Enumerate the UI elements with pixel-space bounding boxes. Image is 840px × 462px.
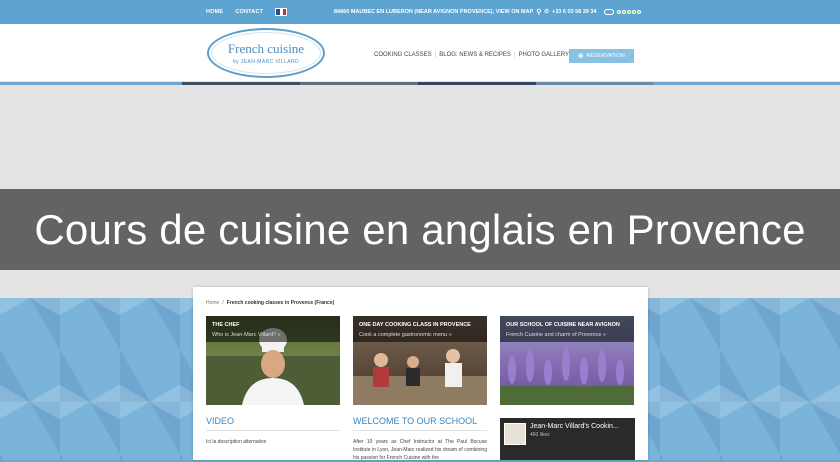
welcome-text: After 10 years as Chef Instructor at The… bbox=[353, 439, 487, 461]
tile-title: THE CHEF bbox=[212, 322, 240, 328]
map-pin-icon: ⚲ bbox=[536, 9, 542, 16]
avatar bbox=[504, 423, 526, 445]
logo-title: French cuisine bbox=[227, 41, 305, 56]
nav-cooking-classes[interactable]: COOKING CLASSES bbox=[374, 52, 432, 58]
breadcrumb: Home / French cooking classes in Provenc… bbox=[206, 300, 334, 306]
tile-link[interactable]: French Cuisine and charm of Provence » bbox=[506, 332, 628, 338]
reservation-label: RESERVATION bbox=[586, 53, 625, 59]
video-heading: VIDEO bbox=[206, 416, 340, 431]
breadcrumb-separator: / bbox=[222, 300, 224, 306]
main-nav: COOKING CLASSES | BLOG: NEWS & RECIPES |… bbox=[374, 52, 569, 58]
title-banner: Cours de cuisine en anglais en Provence bbox=[0, 189, 840, 270]
tile-link[interactable]: Cook a complete gastronomic menu » bbox=[359, 332, 481, 338]
reservation-button[interactable]: ▦ RESERVATION bbox=[569, 49, 634, 63]
nav-contact-link[interactable]: CONTACT bbox=[235, 9, 263, 15]
tile-the-chef[interactable]: THE CHEF Who is Jean-Marc Villard? » bbox=[206, 316, 340, 405]
breadcrumb-home[interactable]: Home bbox=[206, 300, 219, 306]
site-header: French cuisine by JEAN-MARC VILLARD COOK… bbox=[0, 24, 840, 82]
nav-separator: | bbox=[513, 52, 516, 58]
facebook-page-name[interactable]: Jean-Marc Villard's Cookin... bbox=[530, 423, 619, 430]
phone-number[interactable]: +33 6 03 58 39 34 bbox=[552, 9, 597, 15]
nav-blog[interactable]: BLOG: NEWS & RECIPES bbox=[439, 52, 511, 58]
tile-link[interactable]: Who is Jean-Marc Villard? » bbox=[212, 332, 334, 338]
welcome-heading: WELCOME TO OUR SCHOOL bbox=[353, 416, 487, 431]
address-bar: 84660 MAUBEC EN LUBERON (NEAR AVIGNON PR… bbox=[334, 0, 641, 24]
nav-separator: | bbox=[434, 52, 437, 58]
tile-school[interactable]: OUR SCHOOL OF CUISINE NEAR AVIGNON Frenc… bbox=[500, 316, 634, 405]
phone-icon: ✆ bbox=[544, 9, 549, 15]
tile-caption: OUR SCHOOL OF CUISINE NEAR AVIGNON Frenc… bbox=[500, 316, 634, 342]
breadcrumb-current: French cooking classes in Provence (Fran… bbox=[226, 300, 335, 306]
video-description: Ici la description alternative bbox=[206, 439, 267, 445]
logo-subtitle: by JEAN-MARC VILLARD bbox=[232, 59, 300, 65]
tile-caption: THE CHEF Who is Jean-Marc Villard? » bbox=[206, 316, 340, 342]
nav-home-link[interactable]: HOME bbox=[206, 9, 223, 15]
french-flag-icon[interactable] bbox=[275, 8, 288, 16]
tile-title: ONE DAY COOKING CLASS IN PROVENCE bbox=[359, 322, 471, 328]
tile-cooking-class[interactable]: ONE DAY COOKING CLASS IN PROVENCE Cook a… bbox=[353, 316, 487, 405]
nav-photo-gallery[interactable]: PHOTO GALLERY bbox=[519, 52, 569, 58]
facebook-widget[interactable]: Jean-Marc Villard's Cookin... 460 likes bbox=[500, 418, 635, 460]
calendar-icon: ▦ bbox=[578, 53, 584, 59]
site-logo[interactable]: French cuisine by JEAN-MARC VILLARD bbox=[207, 28, 325, 78]
address-text[interactable]: 84660 MAUBEC EN LUBERON (NEAR AVIGNON PR… bbox=[334, 9, 533, 15]
facebook-like-count: 460 likes bbox=[530, 432, 550, 438]
top-nav: HOME CONTACT bbox=[206, 0, 288, 24]
tripadvisor-rating-icon[interactable] bbox=[603, 9, 641, 15]
tile-title: OUR SCHOOL OF CUISINE NEAR AVIGNON bbox=[506, 322, 620, 328]
content-preview: Home / French cooking classes in Provenc… bbox=[193, 287, 648, 461]
page-title: Cours de cuisine en anglais en Provence bbox=[34, 205, 806, 253]
tile-caption: ONE DAY COOKING CLASS IN PROVENCE Cook a… bbox=[353, 316, 487, 342]
top-bar: HOME CONTACT 84660 MAUBEC EN LUBERON (NE… bbox=[0, 0, 840, 24]
